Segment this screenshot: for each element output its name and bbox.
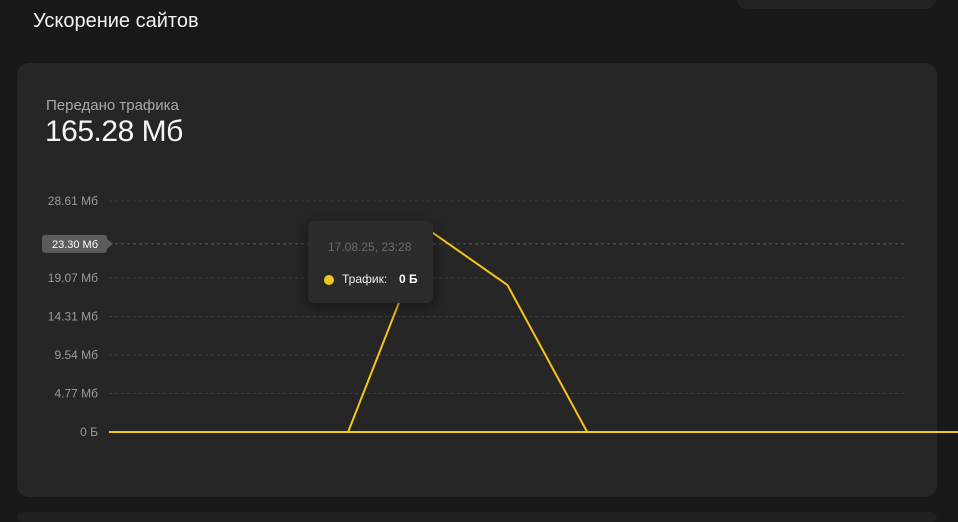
y-crosshair-label: 23.30 Мб xyxy=(52,239,98,251)
y-tick-label: 19.07 Мб xyxy=(48,271,98,285)
y-tick-label: 14.31 Мб xyxy=(48,309,98,323)
y-badge-pointer xyxy=(107,238,113,249)
y-tick-label: 0 Б xyxy=(80,425,98,439)
y-tick-label: 9.54 Мб xyxy=(54,348,98,362)
tooltip-value: 0 Б xyxy=(399,272,418,286)
series-dot-icon xyxy=(324,275,334,285)
traffic-chart[interactable]: 0 Б 4.77 Мб 9.54 Мб 14.31 Мб 19.07 Мб 28.61 М… xyxy=(0,0,958,518)
chart-tooltip: 17.08.25, 23:28 Трафик: 0 Б xyxy=(308,221,433,303)
y-tick-label: 28.61 Мб xyxy=(48,194,98,208)
next-card-edge xyxy=(17,512,937,522)
tooltip-series-label: Трафик: xyxy=(342,272,388,286)
series-line xyxy=(109,228,958,433)
tooltip-date: 17.08.25, 23:28 xyxy=(328,240,412,254)
y-tick-label: 4.77 Мб xyxy=(54,386,98,400)
